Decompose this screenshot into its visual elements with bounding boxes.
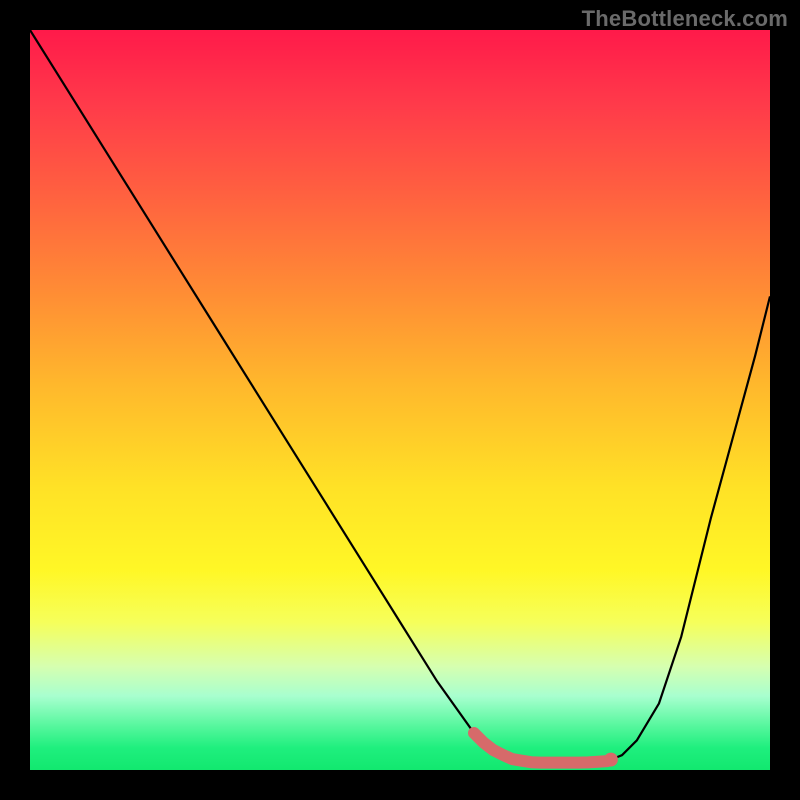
curve-layer xyxy=(30,30,770,770)
curve-path xyxy=(30,30,770,763)
optimal-dot xyxy=(604,753,618,767)
watermark: TheBottleneck.com xyxy=(582,6,788,32)
optimal-band xyxy=(474,733,607,763)
bottleneck-chart xyxy=(30,30,770,770)
